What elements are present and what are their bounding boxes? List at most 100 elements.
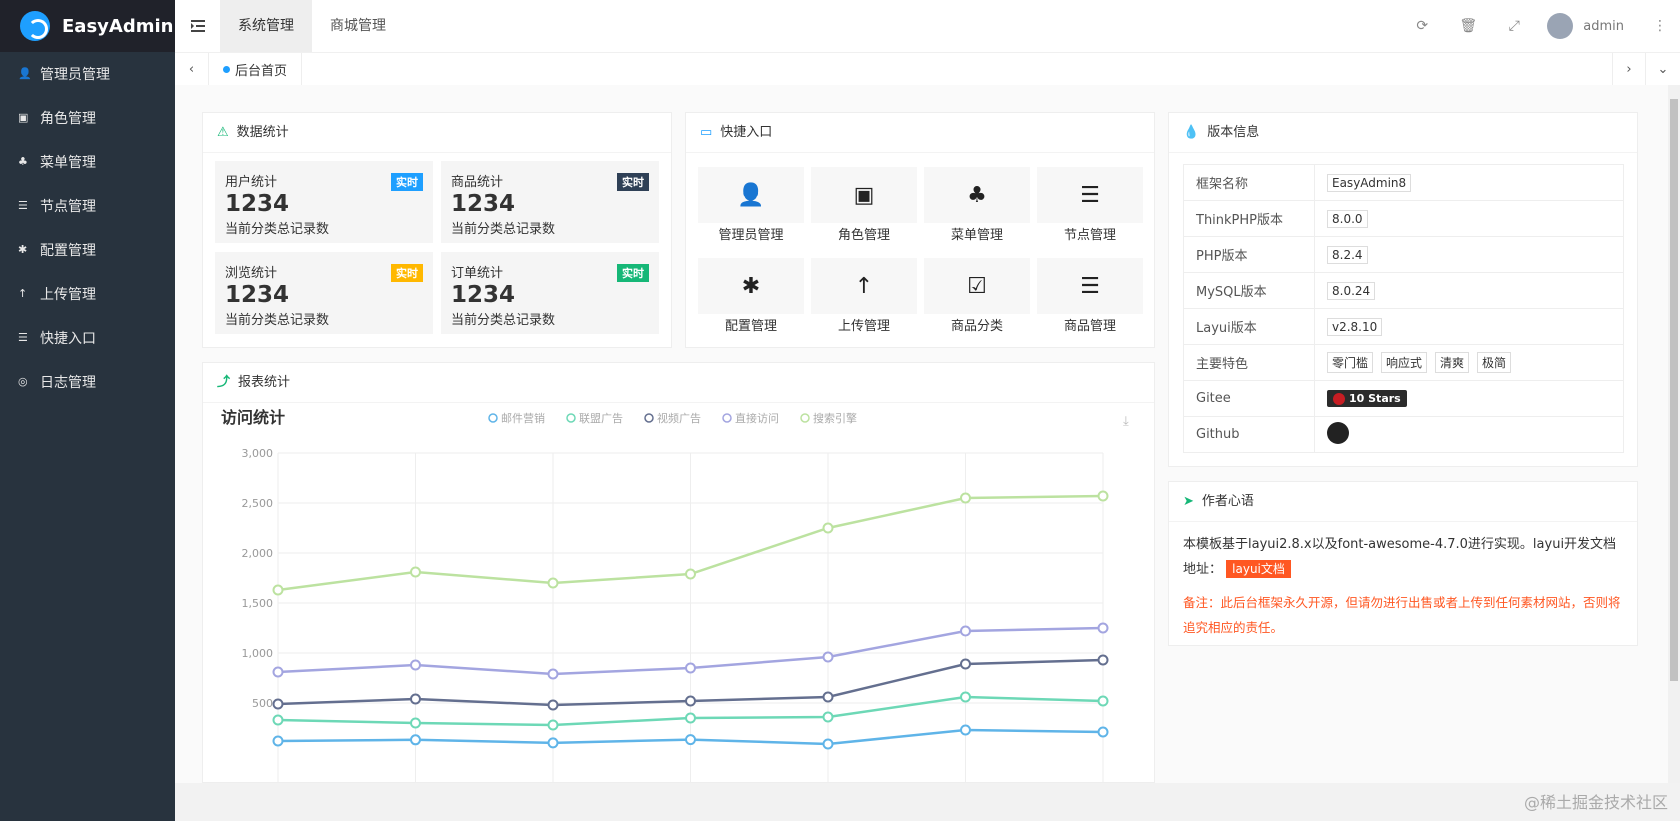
stat-sub: 当前分类总记录数 bbox=[451, 222, 556, 237]
stat-sub: 当前分类总记录数 bbox=[451, 313, 556, 328]
data-point bbox=[822, 522, 834, 534]
data-point bbox=[410, 693, 421, 705]
quick-item-0[interactable]: 👤 bbox=[698, 167, 804, 223]
sidebar-item-label: 配置管理 bbox=[40, 243, 96, 259]
quick-item-label[interactable]: 菜单管理 bbox=[924, 224, 1030, 243]
github-icon[interactable] bbox=[1327, 421, 1349, 444]
quick-item-label[interactable]: 商品管理 bbox=[1037, 315, 1143, 334]
author-note: 备注：此后台框架永久开源，但请勿进行出售或者上传到任何素材网站，否则将追究相应的… bbox=[1183, 595, 1621, 635]
user-name[interactable]: admin bbox=[1583, 19, 1624, 34]
version-row-features: 主要特色 零门槛 响应式 清爽 极简 bbox=[1183, 344, 1624, 381]
tab-shop[interactable]: 商城管理 bbox=[312, 0, 404, 52]
legend-label: 搜索引擎 bbox=[813, 411, 857, 425]
author-panel: ➤ 作者心语 本模板基于layui2.8.x以及font-awesome-4.7.… bbox=[1168, 481, 1638, 646]
download-icon[interactable]: ⤓ bbox=[1123, 414, 1129, 429]
upload-icon: ↑ bbox=[18, 287, 28, 300]
gitee-badge[interactable]: 10 Stars bbox=[1327, 390, 1407, 407]
sidebar-item-0[interactable]: 👤 管理员管理 bbox=[0, 52, 175, 96]
version-value: v2.8.10 bbox=[1327, 317, 1383, 336]
version-row: ThinkPHP版本 8.0.0 bbox=[1183, 200, 1624, 237]
data-point bbox=[822, 738, 834, 750]
stat-card: 用户统计 实时 1234 当前分类总记录数 bbox=[215, 161, 433, 243]
y-tick-label: 2,500 bbox=[242, 497, 274, 510]
quick-item-1[interactable]: ▣ bbox=[811, 167, 917, 223]
sidebar-item-4[interactable]: ✱ 配置管理 bbox=[0, 228, 175, 272]
quick-item-3[interactable]: ☰ bbox=[1037, 167, 1143, 223]
header: 系统管理 商城管理 ⟳ 🗑 ⤢ admin ⋮ bbox=[175, 0, 1680, 52]
legend-marker bbox=[644, 413, 654, 423]
user-icon: 👤 bbox=[18, 67, 32, 80]
quick-item-6[interactable]: ☑ bbox=[924, 258, 1030, 314]
stat-value: 1234 bbox=[451, 282, 516, 308]
menu-toggle-button[interactable] bbox=[175, 0, 220, 52]
visit-chart: 访问统计 500 1,000 1,500 2,000 2,500 3,000 邮件营销 联盟广告… bbox=[221, 408, 1129, 782]
version-table: 框架名称 EasyAdmin8 ThinkPHP版本 8.0.0 PHP版本 8.2.4 M… bbox=[1183, 164, 1624, 453]
y-tick-label: 2,000 bbox=[242, 547, 274, 560]
version-key: MySQL版本 bbox=[1183, 272, 1315, 309]
github-label: Github bbox=[1183, 416, 1315, 453]
sidebar-item-2[interactable]: ♣ 菜单管理 bbox=[0, 140, 175, 184]
quick-item-4[interactable]: ✱ bbox=[698, 258, 804, 314]
data-point bbox=[1097, 622, 1109, 634]
list-icon: ☰ bbox=[1080, 273, 1100, 299]
asterisk-icon: ✱ bbox=[18, 243, 28, 256]
sidebar-item-6[interactable]: ☰ 快捷入口 bbox=[0, 316, 175, 360]
data-point bbox=[272, 584, 284, 596]
quick-item-2[interactable]: ♣ bbox=[924, 167, 1030, 223]
stat-value: 1234 bbox=[225, 282, 290, 308]
sidebar-item-label: 菜单管理 bbox=[40, 155, 96, 171]
tab-system[interactable]: 系统管理 bbox=[220, 0, 312, 52]
quick-panel: ▭ 快捷入口 👤 管理员管理 ▣ 角色管理 ♣ 菜单管理 ☰ 节点管理 ✱ 配置管理 ↑ 上传管理 ☑ 商品… bbox=[685, 112, 1155, 348]
quick-item-label[interactable]: 商品分类 bbox=[924, 315, 1030, 334]
quick-item-label[interactable]: 配置管理 bbox=[698, 315, 804, 334]
version-key: PHP版本 bbox=[1183, 236, 1315, 273]
tab-dropdown-icon[interactable]: ⌄ bbox=[1646, 53, 1680, 86]
tab-left-arrow-icon[interactable]: ‹ bbox=[175, 52, 209, 86]
data-point bbox=[547, 719, 559, 731]
stat-badge: 实时 bbox=[391, 173, 423, 191]
layui-doc-link[interactable]: layui文档 bbox=[1226, 560, 1291, 578]
fullscreen-icon[interactable]: ⤢ bbox=[1491, 18, 1537, 34]
sidebar-item-3[interactable]: ☰ 节点管理 bbox=[0, 184, 175, 228]
legend-marker bbox=[566, 413, 576, 423]
version-value: 8.0.24 bbox=[1327, 281, 1376, 300]
quick-item-label[interactable]: 上传管理 bbox=[811, 315, 917, 334]
quick-item-label[interactable]: 节点管理 bbox=[1037, 224, 1143, 243]
sidebar-item-1[interactable]: ▣ 角色管理 bbox=[0, 96, 175, 140]
quick-item-7[interactable]: ☰ bbox=[1037, 258, 1143, 314]
version-value: 8.0.0 bbox=[1327, 209, 1368, 228]
data-point bbox=[685, 568, 696, 580]
sidebar-item-5[interactable]: ↑ 上传管理 bbox=[0, 272, 175, 316]
gitee-stars: 10 Stars bbox=[1349, 392, 1401, 405]
data-point bbox=[272, 698, 284, 710]
watermark: @稀土掘金技术社区 bbox=[1523, 793, 1668, 812]
more-icon[interactable]: ⋮ bbox=[1650, 18, 1670, 34]
data-point bbox=[410, 566, 421, 578]
sidebar: EasyAdmin 👤 管理员管理 ▣ 角色管理 ♣ 菜单管理 ☰ 节点管理 ✱ 配置管理 ↑ 上传管… bbox=[0, 0, 175, 821]
stats-panel: ⚠ 数据统计 用户统计 实时 1234 当前分类总记录数 商品统计 实时 1234 当前分类总记… bbox=[202, 112, 672, 348]
trash-icon[interactable]: 🗑 bbox=[1445, 18, 1491, 34]
role-icon: ▣ bbox=[18, 111, 29, 124]
stat-card: 浏览统计 实时 1234 当前分类总记录数 bbox=[215, 252, 433, 334]
sidebar-item-label: 管理员管理 bbox=[40, 67, 110, 83]
author-title: 作者心语 bbox=[1201, 494, 1254, 509]
quick-item-5[interactable]: ↑ bbox=[811, 258, 917, 314]
version-key: 框架名称 bbox=[1183, 164, 1315, 201]
feature-tag: 清爽 bbox=[1435, 352, 1470, 373]
avatar[interactable] bbox=[1547, 13, 1574, 39]
refresh-icon[interactable]: ⟳ bbox=[1399, 18, 1445, 34]
version-row-github: Github bbox=[1183, 416, 1624, 453]
logo[interactable]: EasyAdmin bbox=[0, 0, 175, 52]
sidebar-item-label: 角色管理 bbox=[40, 111, 96, 127]
quick-item-label[interactable]: 角色管理 bbox=[811, 224, 917, 243]
stat-card: 商品统计 实时 1234 当前分类总记录数 bbox=[441, 161, 659, 243]
quick-item-label[interactable]: 管理员管理 bbox=[698, 224, 804, 243]
data-point bbox=[960, 492, 971, 504]
sidebar-item-7[interactable]: ◎ 日志管理 bbox=[0, 360, 175, 404]
y-tick-label: 1,500 bbox=[242, 597, 274, 610]
tab-right-arrow-icon[interactable]: › bbox=[1612, 52, 1646, 86]
tab-home[interactable]: 后台首页 bbox=[209, 52, 303, 86]
scrollbar[interactable] bbox=[1668, 85, 1680, 783]
calendar-check-icon: ☑ bbox=[967, 273, 987, 299]
data-point bbox=[822, 711, 834, 723]
